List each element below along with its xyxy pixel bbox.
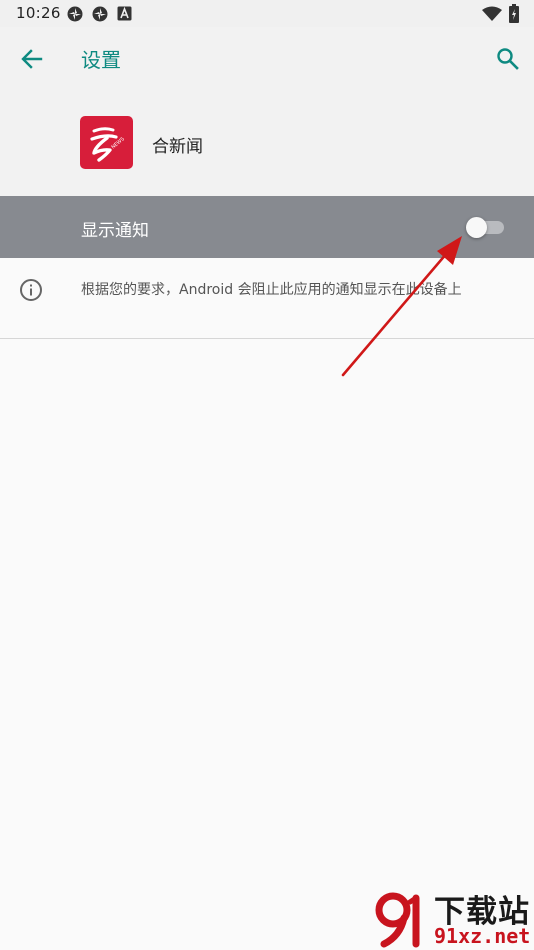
svg-text:NEWS: NEWS: [110, 136, 125, 150]
app-header: NEWS 合新闻: [0, 90, 534, 196]
watermark-domain: 91xz.net: [434, 924, 531, 948]
app-name: 合新闻: [152, 137, 203, 157]
arrow-back-icon: [21, 49, 43, 69]
wifi-icon: [482, 6, 502, 21]
info-text: 根据您的要求，Android 会阻止此应用的通知显示在此设备上: [81, 282, 462, 298]
info-row: 根据您的要求，Android 会阻止此应用的通知显示在此设备上: [0, 258, 534, 339]
back-button[interactable]: [14, 44, 50, 74]
show-notifications-switch[interactable]: [464, 215, 506, 239]
a-icon: [117, 6, 132, 21]
show-notifications-label: 显示通知: [81, 221, 149, 241]
watermark: 下载站 91xz.net: [360, 886, 534, 950]
watermark-logo-icon: [375, 892, 420, 948]
toolbar: 设置: [0, 27, 534, 90]
info-icon: [20, 279, 42, 301]
show-notifications-row[interactable]: 显示通知: [0, 196, 534, 258]
hotspot-icon: [91, 5, 109, 23]
switch-thumb: [466, 217, 487, 238]
page-title: 设置: [81, 48, 121, 72]
search-button[interactable]: [492, 44, 524, 74]
status-bar: 10:26: [0, 0, 534, 27]
battery-icon: [509, 4, 519, 23]
search-icon: [497, 48, 519, 70]
app-icon: NEWS: [80, 116, 133, 169]
status-time: 10:26: [16, 4, 61, 22]
screen: 10:26 设置 NEWS 合新闻 显示通知 根据您的要求，Android 会阻…: [0, 0, 534, 950]
hotspot-icon: [66, 5, 84, 23]
